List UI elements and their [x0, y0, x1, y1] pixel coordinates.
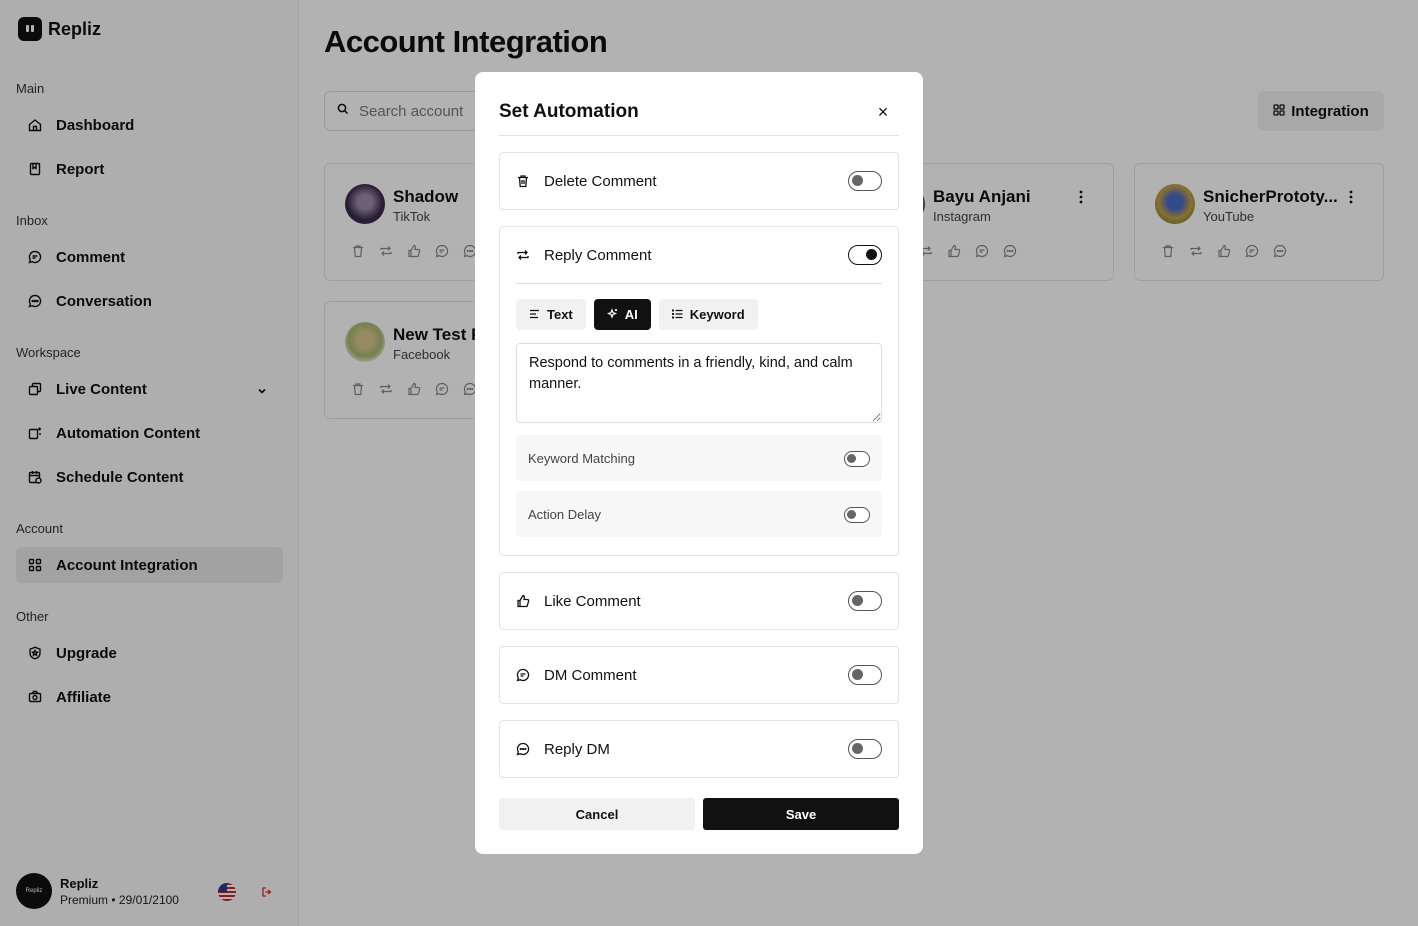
conversation-icon: [516, 742, 530, 756]
tab-text[interactable]: Text: [516, 299, 586, 330]
keyword-matching-row: Keyword Matching: [516, 435, 882, 481]
list-icon: [671, 307, 683, 322]
tab-keyword[interactable]: Keyword: [658, 299, 758, 330]
reply-mode-tabs: Text AI Keyword: [516, 299, 758, 330]
option-dm-comment: DM Comment: [499, 646, 899, 704]
reply-dm-toggle[interactable]: [848, 739, 882, 759]
repeat-icon: [516, 248, 530, 262]
dm-comment-toggle[interactable]: [848, 665, 882, 685]
keyword-matching-toggle[interactable]: [844, 451, 870, 467]
keyword-matching-label: Keyword Matching: [528, 450, 635, 466]
option-label: Like Comment: [544, 592, 641, 610]
divider: [516, 283, 882, 284]
tab-label: Text: [547, 307, 573, 322]
reply-comment-toggle[interactable]: [848, 245, 882, 265]
action-delay-label: Action Delay: [528, 506, 601, 522]
option-reply-dm: Reply DM: [499, 720, 899, 778]
cancel-button[interactable]: Cancel: [499, 798, 695, 830]
close-button[interactable]: ×: [873, 102, 893, 122]
thumbs-up-icon: [516, 594, 530, 608]
align-left-icon: [529, 307, 540, 322]
like-comment-toggle[interactable]: [848, 591, 882, 611]
trash-icon: [516, 174, 530, 188]
delete-comment-toggle[interactable]: [848, 171, 882, 191]
divider: [499, 135, 899, 136]
option-like-comment: Like Comment: [499, 572, 899, 630]
tab-label: AI: [624, 307, 638, 322]
action-delay-toggle[interactable]: [844, 507, 870, 523]
ai-prompt-textarea[interactable]: Respond to comments in a friendly, kind,…: [516, 343, 882, 423]
option-reply-comment: Reply Comment Text AI Keyword Respond to…: [499, 226, 899, 556]
tab-label: Keyword: [689, 307, 745, 322]
set-automation-modal: Set Automation × Delete Comment Reply Co…: [475, 72, 923, 854]
option-label: Reply Comment: [544, 246, 652, 264]
tab-ai[interactable]: AI: [593, 299, 651, 330]
modal-title: Set Automation: [499, 101, 639, 122]
save-button[interactable]: Save: [703, 798, 899, 830]
action-delay-row: Action Delay: [516, 491, 882, 537]
comment-icon: [516, 668, 530, 682]
option-label: DM Comment: [544, 666, 637, 684]
option-label: Delete Comment: [544, 172, 657, 190]
option-delete-comment: Delete Comment: [499, 152, 899, 210]
sparkles-icon: [606, 307, 618, 322]
option-label: Reply DM: [544, 740, 610, 758]
